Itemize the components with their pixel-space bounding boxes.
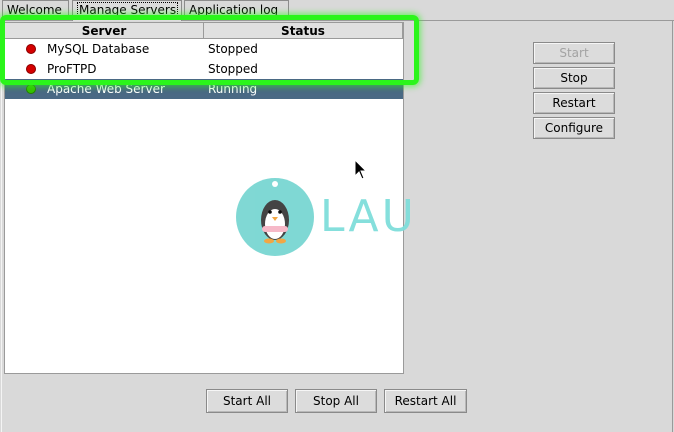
- panel-left-border: [1, 20, 2, 432]
- server-row-mysql[interactable]: MySQL Database Stopped: [5, 39, 403, 59]
- configure-button[interactable]: Configure: [533, 117, 615, 139]
- tab-welcome-label: Welcome: [7, 3, 62, 17]
- stop-button[interactable]: Stop: [533, 67, 615, 89]
- tab-manage-servers[interactable]: Manage Servers: [72, 0, 182, 21]
- server-status: Running: [208, 82, 258, 96]
- panel-right-border: [672, 20, 673, 432]
- server-list-header: Server Status: [5, 23, 403, 39]
- start-button[interactable]: Start: [533, 42, 615, 64]
- logo-text: LAU: [320, 191, 417, 242]
- status-stopped-icon: [26, 44, 36, 54]
- server-name: ProFTPD: [47, 62, 97, 76]
- tab-manage-servers-label: Manage Servers: [77, 2, 179, 18]
- mouse-cursor-icon: [354, 159, 368, 180]
- restart-button[interactable]: Restart: [533, 92, 615, 114]
- tab-application-log-label: Application log: [189, 3, 279, 17]
- column-header-status[interactable]: Status: [204, 23, 403, 39]
- tab-application-log[interactable]: Application log: [184, 0, 289, 19]
- logo-watermark: LAU: [236, 178, 416, 258]
- column-header-server[interactable]: Server: [5, 23, 204, 39]
- server-status: Stopped: [208, 42, 258, 56]
- server-name: MySQL Database: [47, 42, 150, 56]
- server-row-proftpd[interactable]: ProFTPD Stopped: [5, 59, 403, 79]
- status-running-icon: [26, 84, 36, 94]
- restart-all-button[interactable]: Restart All: [384, 389, 467, 413]
- penguin-logo-icon: [236, 178, 314, 256]
- server-row-apache[interactable]: Apache Web Server Running: [5, 79, 403, 99]
- server-name: Apache Web Server: [47, 82, 165, 96]
- tab-welcome[interactable]: Welcome: [2, 0, 69, 19]
- stop-all-button[interactable]: Stop All: [295, 389, 377, 413]
- server-status: Stopped: [208, 62, 258, 76]
- start-all-button[interactable]: Start All: [206, 389, 288, 413]
- status-stopped-icon: [26, 64, 36, 74]
